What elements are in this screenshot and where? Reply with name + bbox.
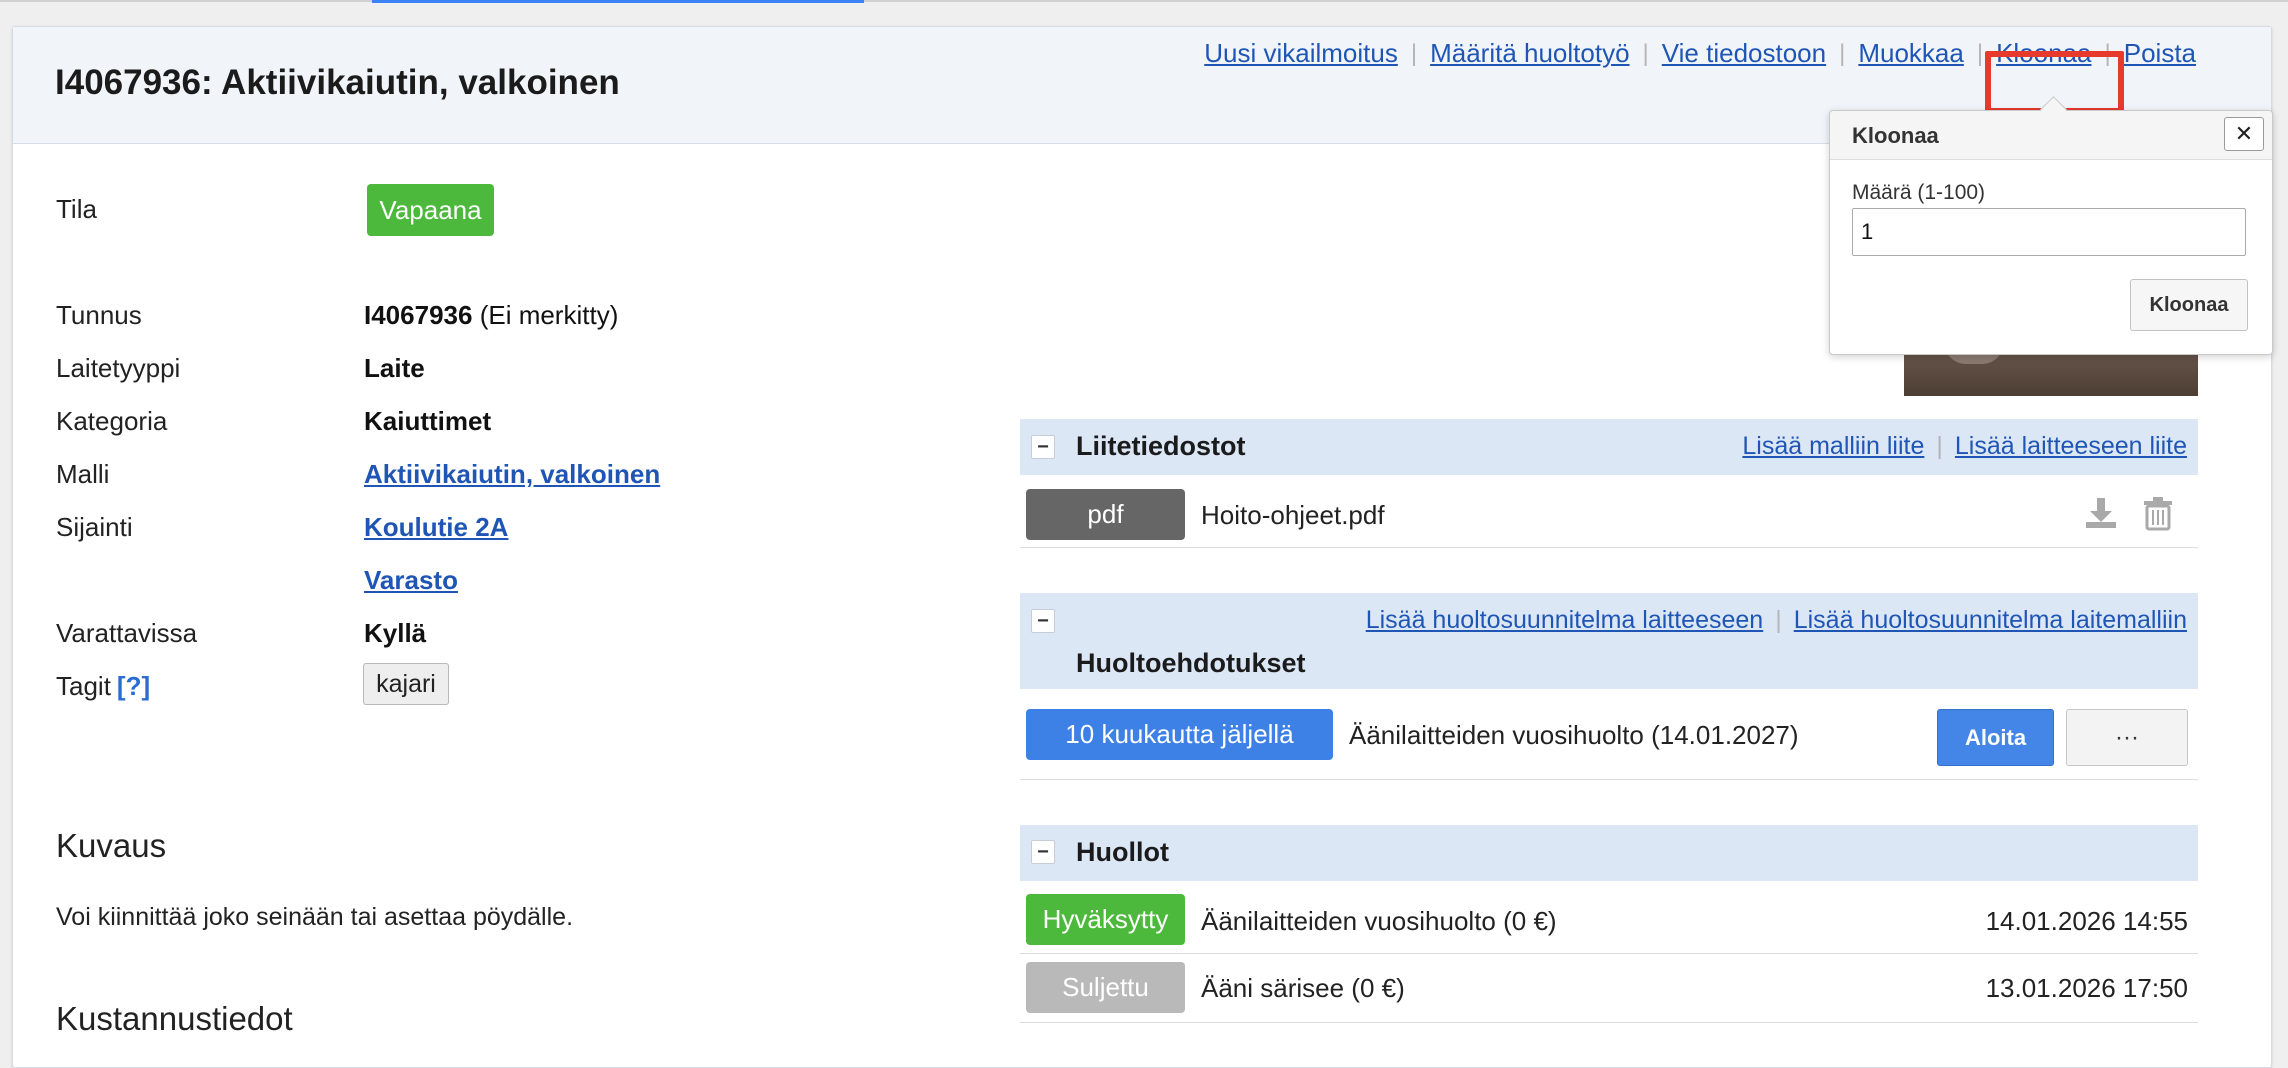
page-title: I4067936: Aktiivikaiutin, valkoinen (55, 63, 620, 102)
divider (1020, 1022, 2198, 1023)
active-tab-indicator (372, 0, 864, 3)
reservable-label: Varattavissa (56, 618, 198, 648)
separator: | (1775, 606, 1782, 634)
remaining-badge: 10 kuukautta jäljellä (1026, 709, 1333, 760)
attachments-collapse-button[interactable]: − (1031, 435, 1055, 459)
new-fault-link[interactable]: Uusi vikailmoitus (1204, 38, 1398, 69)
tab-strip (0, 0, 2288, 2)
suggestions-links: Lisää huoltosuunnitelma laitteeseen | Li… (1366, 606, 2187, 635)
id-label: Tunnus (56, 300, 142, 330)
export-link[interactable]: Vie tiedostoon (1662, 38, 1826, 69)
status-badge: Vapaana (367, 184, 494, 236)
amount-label: Määrä (1-100) (1852, 181, 1986, 204)
id-value: I4067936 (Ei merkitty) (364, 300, 618, 331)
edit-link[interactable]: Muokkaa (1858, 38, 1964, 69)
suggestion-text: Äänilaitteiden vuosihuolto (14.01.2027) (1349, 720, 1799, 750)
model-link[interactable]: Aktiivikaiutin, valkoinen (364, 459, 660, 489)
costs-heading: Kustannustiedot (56, 1000, 293, 1037)
clone-submit-button[interactable]: Kloonaa (2130, 279, 2248, 331)
services-collapse-button[interactable]: − (1031, 840, 1055, 864)
status-label: Tila (56, 194, 97, 224)
assign-service-link[interactable]: Määritä huoltotyö (1430, 38, 1629, 69)
category-label: Kategoria (56, 406, 168, 436)
service-date: 13.01.2026 17:50 (1985, 973, 2188, 1003)
divider (1020, 953, 2198, 954)
type-label: Laitetyyppi (56, 353, 181, 383)
model-value: Aktiivikaiutin, valkoinen (364, 459, 660, 490)
tags-label: Tagit [?] (56, 671, 150, 702)
amount-input[interactable] (1852, 208, 2246, 256)
services-header (1020, 825, 2198, 881)
services-title: Huollot (1076, 837, 1169, 867)
separator: | (1936, 432, 1943, 460)
separator: | (1642, 39, 1649, 67)
model-label: Malli (56, 459, 110, 489)
location-label: Sijainti (56, 512, 133, 542)
clone-popover: Kloonaa ✕ Määrä (1-100) Kloonaa (1829, 110, 2273, 355)
more-button[interactable]: ··· (2066, 709, 2188, 766)
delete-link[interactable]: Poista (2124, 38, 2196, 69)
separator: | (1839, 39, 1846, 67)
popover-header: Kloonaa ✕ (1830, 111, 2272, 160)
popover-title: Kloonaa (1852, 123, 1939, 148)
id-number: I4067936 (364, 300, 473, 330)
attachment-name[interactable]: Hoito-ohjeet.pdf (1201, 500, 1385, 531)
category-text: Kaiuttimet (364, 406, 492, 436)
attachments-title: Liitetiedostot (1076, 431, 1246, 461)
add-model-plan-link[interactable]: Lisää huoltosuunnitelma laitemalliin (1794, 606, 2187, 635)
location-sub-value: Varasto (364, 565, 458, 596)
tag-chip[interactable]: kajari (363, 663, 449, 705)
trash-icon[interactable] (2140, 495, 2176, 531)
reservable-text: Kyllä (364, 618, 427, 648)
service-date: 14.01.2026 14:55 (1985, 906, 2188, 936)
description-heading: Kuvaus (56, 827, 167, 864)
location-link[interactable]: Koulutie 2A (364, 512, 508, 542)
tags-label-text: Tagit (56, 671, 111, 701)
separator: | (1410, 39, 1418, 67)
suggestions-title: Huoltoehdotukset (1076, 648, 1306, 678)
id-note: (Ei merkitty) (479, 300, 619, 330)
location-value: Koulutie 2A (364, 512, 508, 543)
divider (1020, 779, 2198, 780)
separator: | (1976, 39, 1984, 67)
storage-link[interactable]: Varasto (364, 565, 458, 595)
suggestions-collapse-button[interactable]: − (1031, 609, 1055, 633)
reservable-value: Kyllä (364, 618, 426, 649)
service-text[interactable]: Ääni särisee (0 €) (1201, 973, 1405, 1004)
service-status-badge: Hyväksytty (1026, 894, 1185, 945)
service-text[interactable]: Äänilaitteiden vuosihuolto (0 €) (1201, 906, 1557, 937)
download-icon[interactable] (2083, 495, 2119, 531)
add-device-attachment-link[interactable]: Lisää laitteeseen liite (1955, 432, 2187, 461)
type-text: Laite (364, 353, 425, 383)
start-button[interactable]: Aloita (1937, 709, 2054, 766)
description-text: Voi kiinnittää joko seinään tai asettaa … (56, 903, 574, 931)
tags-help-link[interactable]: [?] (117, 671, 150, 701)
type-value: Laite (364, 353, 425, 384)
close-icon[interactable]: ✕ (2224, 117, 2264, 151)
service-status-badge: Suljettu (1026, 962, 1185, 1013)
category-value: Kaiuttimet (364, 406, 491, 437)
add-device-plan-link[interactable]: Lisää huoltosuunnitelma laitteeseen (1366, 606, 1764, 635)
add-model-attachment-link[interactable]: Lisää malliin liite (1742, 432, 1924, 461)
attachments-links: Lisää malliin liite | Lisää laitteeseen … (1742, 432, 2187, 461)
pdf-badge: pdf (1026, 489, 1185, 540)
divider (1020, 547, 2198, 548)
